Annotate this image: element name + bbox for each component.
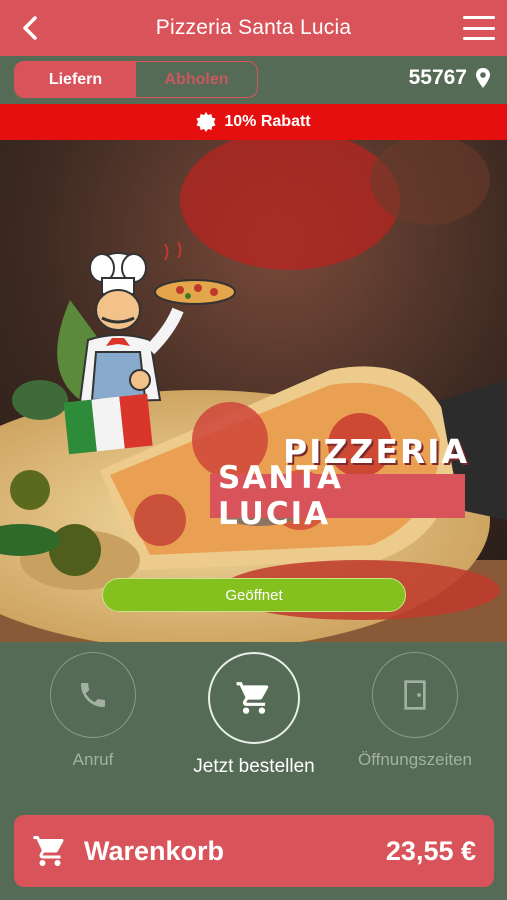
shopping-cart-icon bbox=[236, 682, 269, 714]
call-label: Anruf bbox=[72, 750, 114, 769]
action-row: Anruf Jetzt bestellen Öffnungszeiten bbox=[0, 642, 507, 812]
hero-image: PIZZERIA SANTA LUCIA bbox=[0, 140, 507, 642]
badge-icon bbox=[196, 112, 216, 132]
call-circle bbox=[50, 652, 136, 738]
order-circle bbox=[208, 652, 300, 744]
hours-circle bbox=[372, 652, 458, 738]
mode-bar: Liefern Abholen 55767 bbox=[0, 56, 507, 104]
opening-hours-label: Öffnungszeiten bbox=[357, 750, 473, 769]
open-status-badge: Geöffnet bbox=[102, 578, 406, 612]
delivery-mode-toggle: Liefern Abholen bbox=[14, 61, 258, 98]
discount-banner[interactable]: 10% Rabatt bbox=[0, 104, 507, 140]
cart-total: 23,55 € bbox=[385, 835, 476, 866]
cart-button[interactable]: Warenkorb 23,55 € bbox=[14, 815, 494, 887]
deliver-option[interactable]: Liefern bbox=[15, 62, 136, 97]
order-now-label: Jetzt bestellen bbox=[193, 756, 315, 777]
logo-line-name: SANTA LUCIA bbox=[210, 460, 465, 532]
pickup-option[interactable]: Abholen bbox=[136, 62, 257, 97]
discount-text: 10% Rabatt bbox=[224, 113, 311, 130]
opening-hours-button[interactable]: Öffnungszeiten bbox=[350, 652, 480, 770]
cart-label: Warenkorb bbox=[84, 835, 225, 866]
call-button[interactable]: Anruf bbox=[43, 652, 143, 770]
app-header: Pizzeria Santa Lucia bbox=[0, 0, 507, 56]
shopping-cart-icon bbox=[33, 836, 64, 866]
page-title: Pizzeria Santa Lucia bbox=[155, 16, 352, 39]
hamburger-menu-icon[interactable] bbox=[461, 14, 497, 42]
location-pin-icon bbox=[476, 68, 490, 88]
postal-code: 55767 bbox=[408, 66, 467, 89]
phone-icon bbox=[81, 683, 105, 707]
order-now-button[interactable]: Jetzt bestellen bbox=[189, 652, 319, 778]
pizza-background-illustration bbox=[0, 140, 507, 642]
door-icon bbox=[404, 680, 426, 710]
postal-code-selector[interactable]: 55767 bbox=[409, 66, 491, 90]
back-button[interactable] bbox=[14, 12, 46, 44]
chevron-left-icon bbox=[23, 16, 37, 40]
